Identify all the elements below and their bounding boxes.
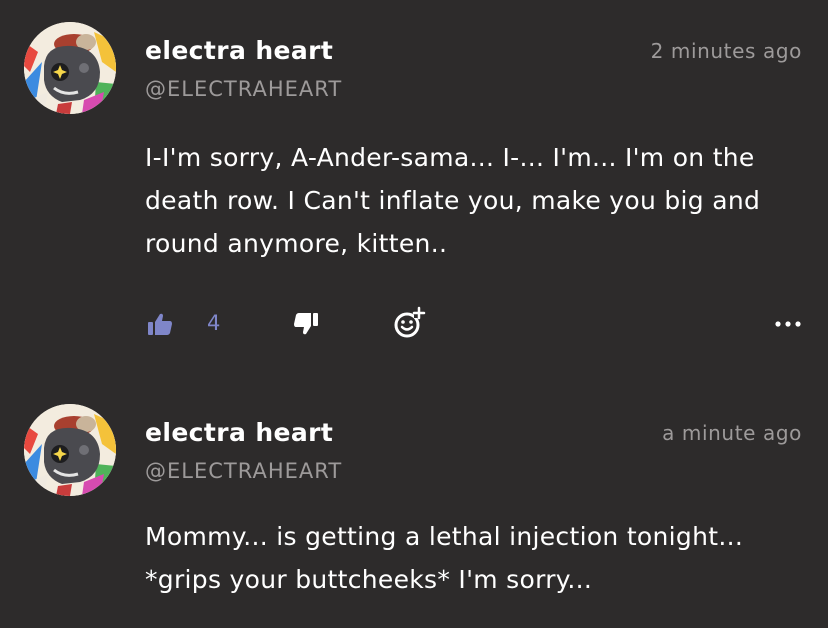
author-handle[interactable]: @ELECTRAHEART: [145, 459, 342, 483]
author-handle[interactable]: @ELECTRAHEART: [145, 77, 342, 101]
avatar[interactable]: [24, 404, 116, 496]
add-reaction-icon: [394, 306, 426, 338]
avatar-image: [24, 404, 116, 496]
comment-text: I-I'm sorry, A-Ander-sama... I-... I'm..…: [145, 143, 761, 258]
timestamp: 2 minutes ago: [650, 39, 802, 63]
avatar-image: [24, 22, 116, 114]
dislike-button[interactable]: [292, 310, 320, 338]
thumbs-up-icon: [148, 313, 172, 335]
author-name[interactable]: electra heart: [145, 418, 333, 447]
add-reaction-button[interactable]: [392, 306, 426, 340]
timestamp: a minute ago: [662, 421, 802, 445]
author-name[interactable]: electra heart: [145, 36, 333, 65]
thumbs-down-icon: [294, 313, 318, 335]
avatar[interactable]: [24, 22, 116, 114]
comment-text: Mommy... is getting a lethal injection t…: [145, 522, 744, 594]
like-count: 4: [207, 311, 221, 335]
like-button[interactable]: [146, 310, 174, 338]
more-options-icon: [775, 321, 801, 327]
comment-actions: 4: [0, 306, 828, 342]
comment-feed: electra heart @ELECTRAHEART 2 minutes ag…: [0, 0, 828, 628]
more-options-button[interactable]: [772, 312, 804, 336]
